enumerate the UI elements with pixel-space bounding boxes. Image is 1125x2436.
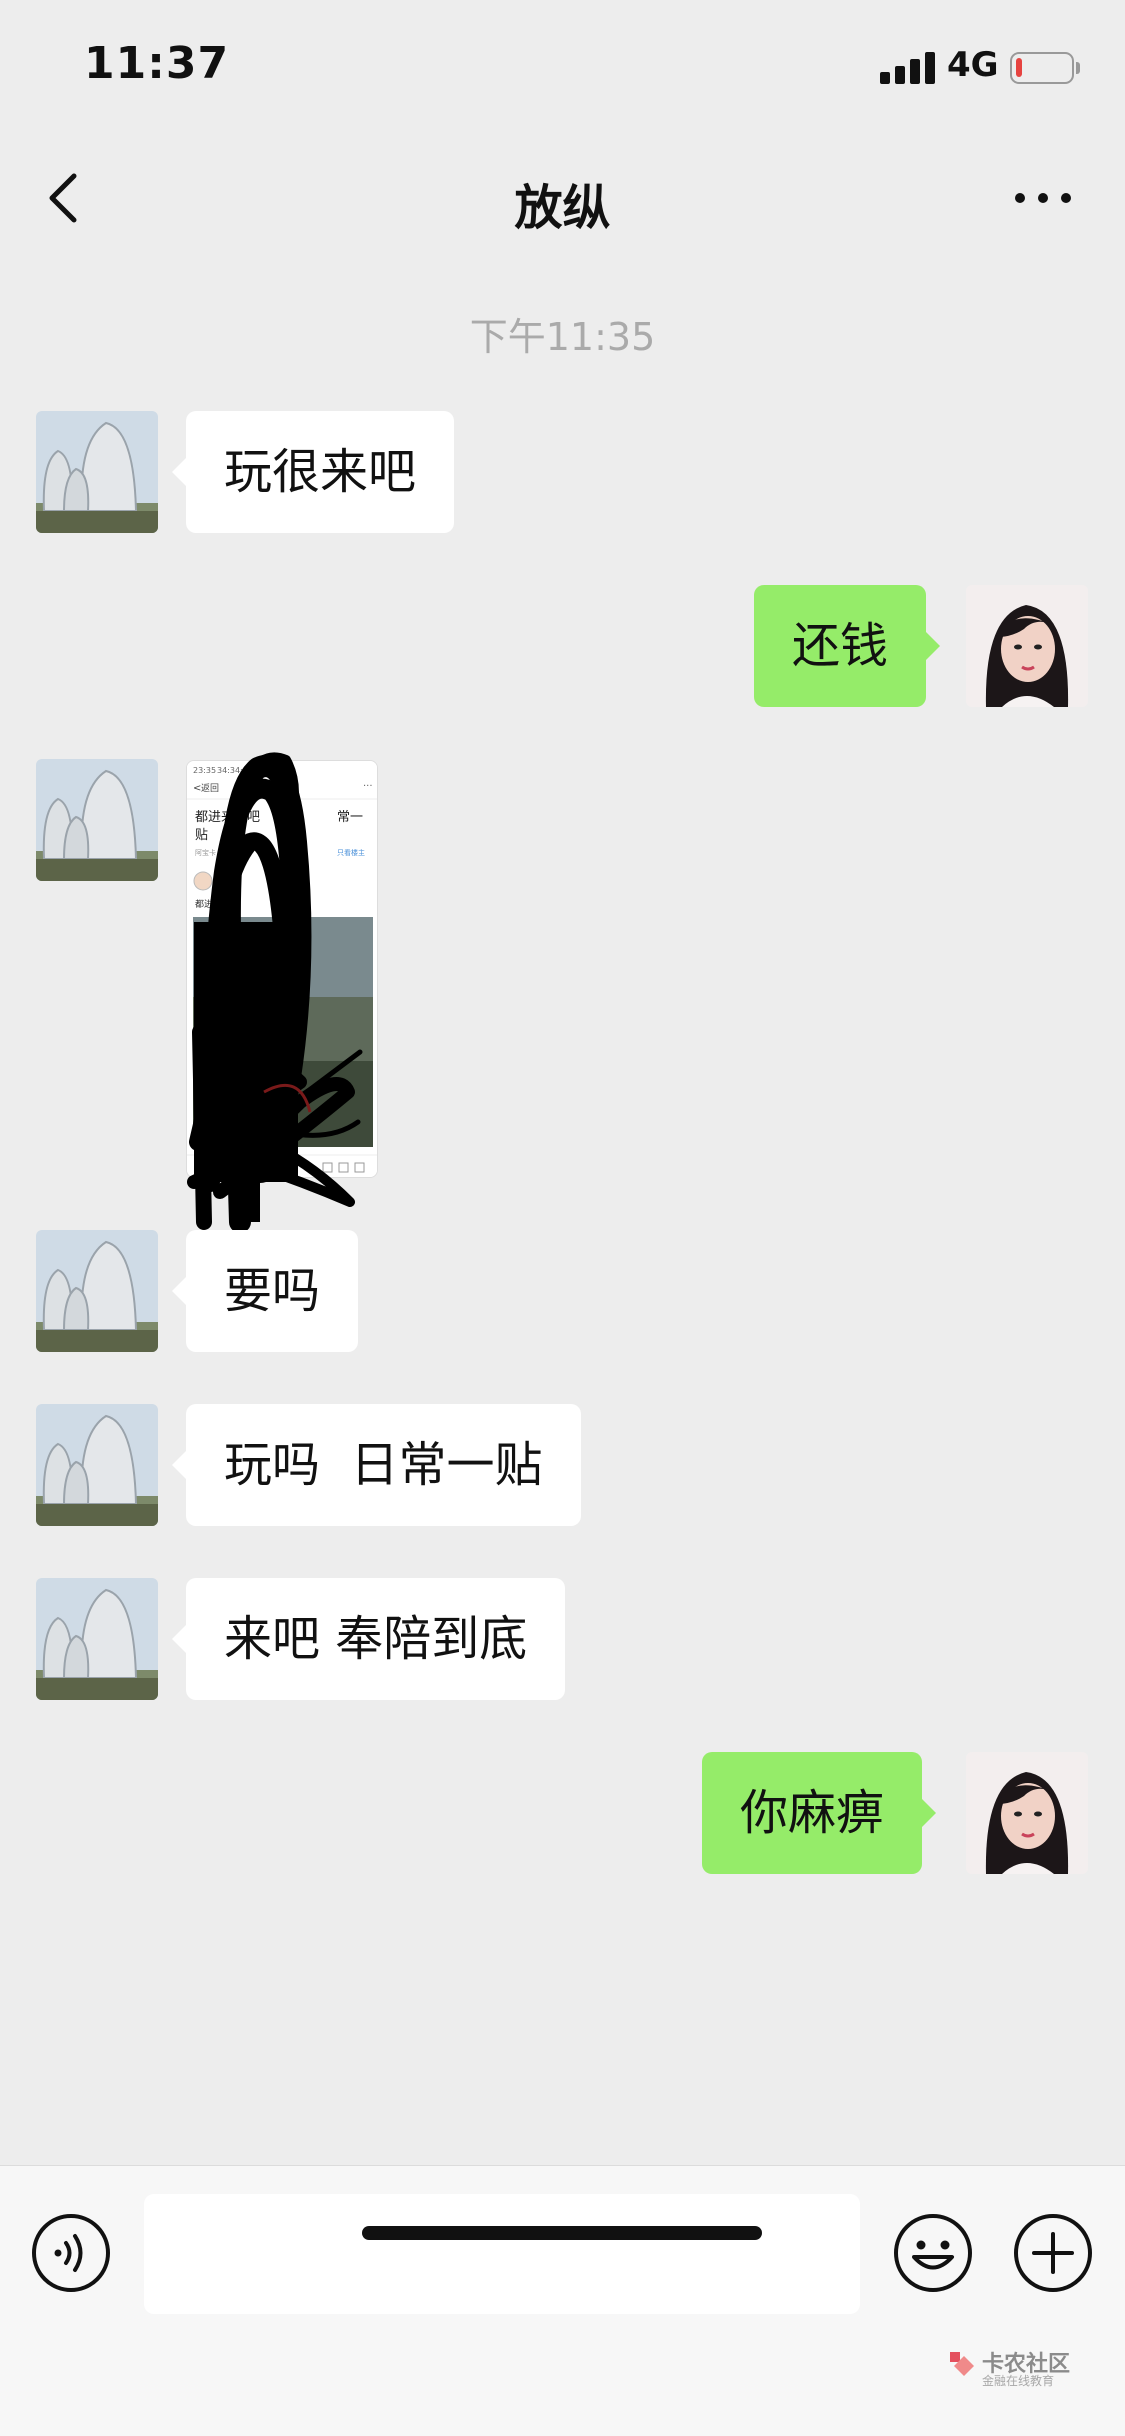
thumb-status-time: 23:35 — [193, 766, 216, 775]
thumb-post-title: 都进来日吧 — [195, 810, 260, 825]
watermark: 卡农社区 金融在线教育 — [946, 2346, 1096, 2392]
message-bubble-sent[interactable]: 还钱 — [754, 585, 941, 707]
chat-screen: 11:37 4G 放纵 下午11:35 玩很来吧 还钱 23:35 34:34:… — [0, 0, 1125, 2436]
chat-title: 放纵 — [514, 180, 611, 236]
battery-icon — [1010, 52, 1080, 84]
thumb-body-text: 都进来 — [195, 899, 222, 910]
screenshot-thumbnail: 23:35 34:34:51 < 返回 ··· 都进来日吧 常一 贴 阿宝卡 楼… — [187, 761, 377, 1177]
more-dots-icon — [1015, 193, 1025, 203]
voice-button[interactable] — [30, 2212, 112, 2294]
kanong-logo-icon — [950, 2352, 974, 2376]
image-message[interactable]: 23:35 34:34:51 < 返回 ··· 都进来日吧 常一 贴 阿宝卡 楼… — [186, 760, 378, 1178]
more-functions-button[interactable] — [1012, 2212, 1094, 2294]
message-bubble-received[interactable]: 要吗 — [171, 1230, 359, 1352]
message-bubble-sent[interactable]: 你麻痹 — [702, 1752, 937, 1874]
contact-avatar[interactable] — [36, 759, 158, 881]
thumb-comment-placeholder: 写评论... — [195, 1163, 227, 1173]
thumb-back-label: 返回 — [201, 782, 219, 794]
thumb-meta-left: 阿宝卡 — [195, 848, 216, 857]
message-bubble-received[interactable]: 来吧 奉陪到底 — [171, 1578, 566, 1700]
message-timestamp: 下午11:35 — [469, 315, 656, 359]
thumb-post-title-c: 贴 — [195, 828, 208, 843]
self-avatar[interactable] — [966, 585, 1088, 707]
message-bubble-received[interactable]: 玩很来吧 — [171, 411, 455, 533]
input-bar — [0, 2165, 1125, 2436]
watermark-subtitle: 金融在线教育 — [982, 2374, 1055, 2388]
contact-avatar[interactable] — [36, 1404, 158, 1526]
thumb-meta-link: 只看楼主 — [337, 848, 365, 857]
thumb-user-label: 放纵 — [219, 876, 237, 888]
thumb-meta-mid: 楼数 76 — [227, 848, 253, 857]
emoji-icon — [894, 2214, 972, 2292]
building-photo-icon — [36, 759, 158, 881]
status-time: 11:37 — [84, 38, 230, 89]
building-photo-icon — [36, 1578, 158, 1700]
contact-avatar[interactable] — [36, 1578, 158, 1700]
building-photo-icon — [36, 1230, 158, 1352]
contact-avatar[interactable] — [36, 411, 158, 533]
plus-icon — [1014, 2214, 1092, 2292]
building-photo-icon — [36, 1404, 158, 1526]
network-label: 4G — [947, 45, 999, 85]
svg-text:···: ··· — [363, 781, 373, 792]
profile-photo-icon — [966, 585, 1088, 707]
thumb-status-time-2: 34:34:51 — [217, 766, 253, 775]
message-bubble-received[interactable]: 玩吗 日常一贴 — [172, 1404, 581, 1526]
home-indicator[interactable] — [362, 2226, 762, 2240]
more-button[interactable] — [1008, 180, 1078, 214]
emoji-button[interactable] — [892, 2212, 974, 2294]
thumb-post-title-b: 常一 — [337, 810, 363, 825]
message-input[interactable] — [144, 2194, 860, 2314]
contact-avatar[interactable] — [36, 1230, 158, 1352]
signal-icon — [880, 50, 936, 84]
voice-icon — [32, 2214, 110, 2292]
battery-level — [1016, 58, 1022, 77]
profile-photo-icon — [966, 1752, 1088, 1874]
building-photo-icon — [36, 411, 158, 533]
self-avatar[interactable] — [966, 1752, 1088, 1874]
status-bar: 11:37 4G — [0, 0, 1125, 132]
